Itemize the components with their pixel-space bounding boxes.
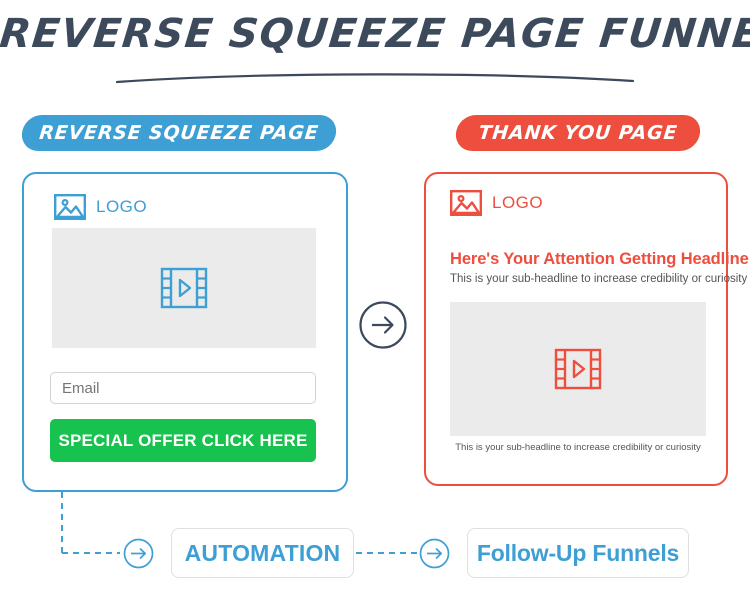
video-placeholder [52, 228, 316, 348]
badge-thank-you-page-label: THANK YOU PAGE [477, 122, 679, 144]
badge-reverse-squeeze-page: REVERSE SQUEEZE PAGE [20, 115, 338, 151]
title-block: REVERSE SQUEEZE PAGE FUNNEL [0, 8, 750, 84]
flow-box-automation[interactable]: AUTOMATION [171, 528, 354, 578]
logo-label: LOGO [492, 193, 544, 212]
badge-thank-you-page: THANK YOU PAGE [454, 115, 702, 151]
reverse-squeeze-page-card: LOGO SPECIAL OFFER CLICK HERE [22, 172, 348, 492]
thank-you-page-card: LOGO Here's Your Attention Getting Headl… [424, 172, 749, 486]
page-title: REVERSE SQUEEZE PAGE FUNNEL [0, 11, 750, 57]
flow-box-follow-up-funnels-label: Follow-Up Funnels [476, 539, 680, 566]
thank-you-headline: Here's Your Attention Getting Headline [450, 250, 749, 268]
email-input[interactable] [50, 372, 316, 404]
arrow-right-circle-icon [419, 538, 450, 569]
flow-box-follow-up-funnels[interactable]: Follow-Up Funnels [467, 528, 689, 578]
arrow-right-circle-icon [359, 301, 407, 349]
badge-reverse-squeeze-page-label: REVERSE SQUEEZE PAGE [38, 122, 320, 144]
thank-you-subheadline: This is your sub-headline to increase cr… [450, 273, 748, 285]
logo-label: LOGO [96, 197, 148, 216]
image-placeholder-icon [450, 190, 482, 216]
film-play-icon [160, 267, 208, 309]
flow-box-automation-label: AUTOMATION [184, 539, 341, 566]
thank-you-caption: This is your sub-headline to increase cr… [455, 442, 701, 453]
title-underline-swoosh [115, 73, 635, 84]
special-offer-cta-button[interactable]: SPECIAL OFFER CLICK HERE [50, 419, 316, 462]
logo-row: LOGO [450, 190, 543, 216]
arrow-right-circle-icon [123, 538, 154, 569]
image-placeholder-icon [54, 194, 86, 220]
video-placeholder [450, 302, 706, 436]
film-play-icon [554, 348, 602, 390]
logo-row: LOGO [54, 194, 147, 220]
